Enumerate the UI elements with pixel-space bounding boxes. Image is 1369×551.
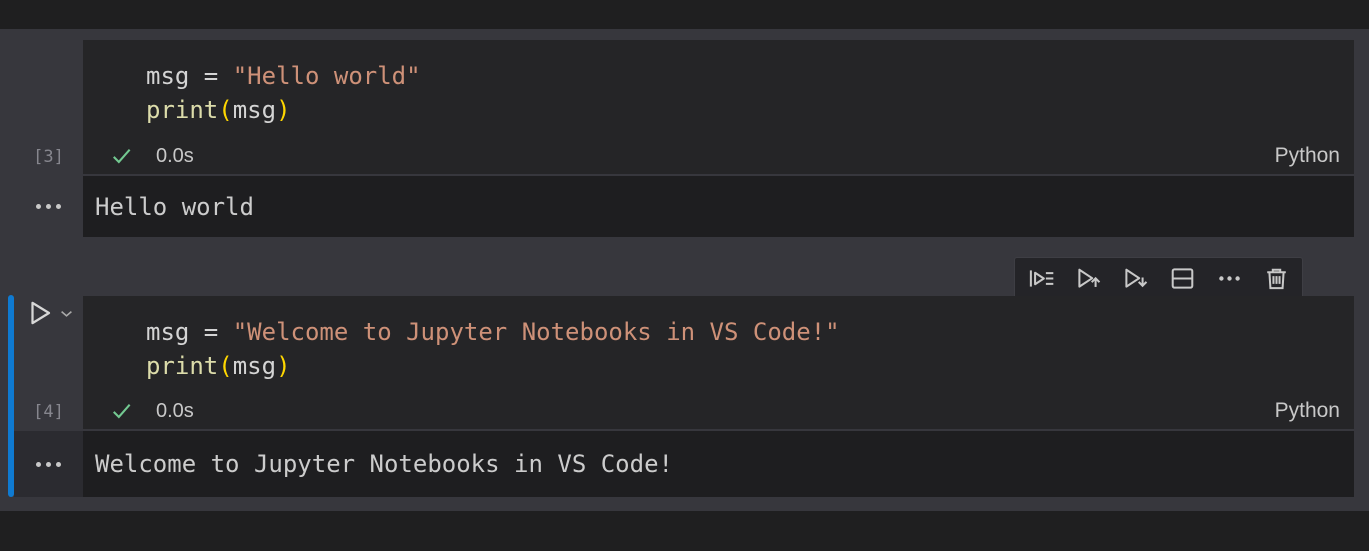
cell-status-bar: 0.0s Python bbox=[83, 138, 1354, 174]
execution-count-cell-2: [4] bbox=[14, 394, 83, 429]
code-line: msg = "Hello world" bbox=[146, 59, 1354, 93]
code-editor-cell-1[interactable]: msg = "Hello world"print(msg) bbox=[83, 40, 1354, 127]
split-cell-icon[interactable] bbox=[1168, 265, 1196, 293]
success-check-icon bbox=[110, 144, 134, 168]
bottom-bar bbox=[0, 511, 1369, 551]
chevron-down-icon[interactable] bbox=[56, 301, 76, 325]
code-line: print(msg) bbox=[146, 93, 1354, 127]
more-actions-dot bbox=[56, 462, 61, 467]
more-actions-dot bbox=[46, 204, 51, 209]
code-line: print(msg) bbox=[146, 349, 1354, 383]
token-close-paren: ) bbox=[276, 96, 290, 124]
token-variable: msg bbox=[146, 62, 189, 90]
token-operator: = bbox=[189, 318, 232, 346]
token-close-paren: ) bbox=[276, 352, 290, 380]
code-cell-2: msg = "Welcome to Jupyter Notebooks in V… bbox=[83, 296, 1354, 429]
code-editor-cell-2[interactable]: msg = "Welcome to Jupyter Notebooks in V… bbox=[83, 296, 1354, 383]
more-actions-dot bbox=[56, 204, 61, 209]
more-actions-dot bbox=[36, 204, 41, 209]
token-string: "Welcome to Jupyter Notebooks in VS Code… bbox=[233, 318, 840, 346]
cell-language-picker[interactable]: Python bbox=[1275, 399, 1340, 423]
cell-1-output: Hello world bbox=[83, 176, 1354, 237]
token-open-paren: ( bbox=[218, 96, 232, 124]
token-function: print bbox=[146, 352, 218, 380]
execution-count-cell-1: [3] bbox=[14, 139, 83, 174]
output-more-actions-button[interactable] bbox=[14, 431, 83, 497]
output-text: Welcome to Jupyter Notebooks in VS Code! bbox=[95, 450, 673, 478]
token-function: print bbox=[146, 96, 218, 124]
execute-above-icon[interactable] bbox=[1074, 265, 1102, 293]
more-actions-dot bbox=[46, 462, 51, 467]
execution-duration: 0.0s bbox=[156, 145, 194, 168]
cell-2-output: Welcome to Jupyter Notebooks in VS Code! bbox=[83, 431, 1354, 497]
token-operator: = bbox=[189, 62, 232, 90]
run-cell-icon[interactable] bbox=[24, 296, 56, 330]
success-check-icon bbox=[110, 399, 134, 423]
token-string: "Hello world" bbox=[233, 62, 421, 90]
top-bar bbox=[0, 0, 1369, 29]
cell-status-bar: 0.0s Python bbox=[83, 393, 1354, 429]
code-cell-1: msg = "Hello world"print(msg) 0.0s Pytho… bbox=[83, 40, 1354, 174]
cell-language-picker[interactable]: Python bbox=[1275, 144, 1340, 168]
delete-cell-icon[interactable] bbox=[1262, 265, 1290, 293]
output-more-actions-button[interactable] bbox=[14, 176, 83, 237]
code-line: msg = "Welcome to Jupyter Notebooks in V… bbox=[146, 315, 1354, 349]
cell-toolbar bbox=[1014, 257, 1303, 300]
more-actions-icon[interactable] bbox=[1215, 265, 1243, 293]
execute-cell-and-below-icon[interactable] bbox=[1121, 265, 1149, 293]
token-open-paren: ( bbox=[218, 352, 232, 380]
run-by-line-icon[interactable] bbox=[1027, 265, 1055, 293]
token-variable: msg bbox=[146, 318, 189, 346]
notebook-editor: msg = "Hello world"print(msg) 0.0s Pytho… bbox=[0, 0, 1369, 551]
more-actions-dot bbox=[36, 462, 41, 467]
token-argument: msg bbox=[233, 96, 276, 124]
output-text: Hello world bbox=[95, 193, 254, 221]
execution-duration: 0.0s bbox=[156, 400, 194, 423]
token-argument: msg bbox=[233, 352, 276, 380]
